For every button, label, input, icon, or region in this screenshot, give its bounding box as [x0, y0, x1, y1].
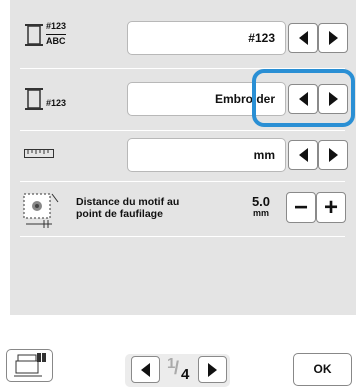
thread-number-value-box: #123 — [127, 21, 286, 55]
baste-distance-increase-button[interactable]: + — [316, 192, 346, 223]
thread-brand-prev-button[interactable] — [288, 84, 318, 114]
baste-distance-number: 5.0 — [251, 194, 271, 209]
sewing-machine-icon — [14, 353, 46, 377]
previous-page-button[interactable] — [131, 356, 160, 383]
right-arrow-icon — [328, 31, 338, 45]
baste-distance-label: Distance du motif au point de faufilage — [76, 196, 179, 220]
right-arrow-icon — [208, 362, 217, 377]
left-arrow-icon — [141, 362, 150, 377]
page-navigator: 1 / 4 — [125, 354, 230, 387]
baste-distance-row: Distance du motif au point de faufilage … — [20, 182, 346, 237]
thread-brand-icon: #123 — [24, 83, 72, 117]
ok-label: OK — [313, 362, 332, 376]
machine-button[interactable] — [6, 349, 53, 382]
ruler-icon — [24, 145, 72, 179]
thread-brand-value: Embroider — [214, 92, 275, 106]
minus-icon: − — [293, 193, 308, 221]
right-arrow-icon — [328, 148, 338, 162]
thread-brand-icon-label: #123 — [46, 98, 67, 108]
page-indicator: 1 / 4 — [161, 354, 197, 387]
baste-distance-unit: mm — [252, 208, 269, 218]
page-slash: / — [174, 358, 180, 378]
thread-number-icon-top: #123 — [46, 21, 67, 31]
measurement-unit-value: mm — [253, 148, 275, 162]
ok-button[interactable]: OK — [293, 353, 352, 386]
baste-distance-icon — [22, 192, 62, 230]
page-total: 4 — [181, 366, 190, 383]
next-page-button[interactable] — [198, 356, 227, 383]
right-arrow-icon — [328, 92, 338, 106]
baste-distance-decrease-button[interactable]: − — [286, 192, 316, 223]
plus-icon: + — [323, 193, 338, 221]
measurement-unit-row: mm — [20, 131, 348, 182]
measurement-unit-next-button[interactable] — [318, 140, 348, 170]
left-arrow-icon — [298, 148, 308, 162]
left-arrow-icon — [298, 31, 308, 45]
thread-number-next-button[interactable] — [318, 23, 348, 53]
thread-number-icon: #123 ABC — [24, 21, 72, 55]
thread-number-icon-bottom: ABC — [46, 34, 66, 46]
thread-brand-next-button[interactable] — [318, 84, 348, 114]
thread-brand-row: #123 Embroider — [20, 69, 348, 131]
left-arrow-icon — [298, 92, 308, 106]
thread-number-prev-button[interactable] — [288, 23, 318, 53]
baste-distance-label-line2: point de faufilage — [76, 208, 163, 220]
measurement-unit-value-box: mm — [127, 138, 286, 172]
measurement-unit-prev-button[interactable] — [288, 140, 318, 170]
baste-distance-value: 5.0 mm — [248, 195, 274, 218]
baste-distance-label-line1: Distance du motif au — [76, 196, 180, 208]
thread-number-row: #123 ABC #123 — [20, 8, 348, 69]
thread-number-value: #123 — [248, 31, 275, 45]
thread-brand-value-box: Embroider — [127, 82, 286, 116]
